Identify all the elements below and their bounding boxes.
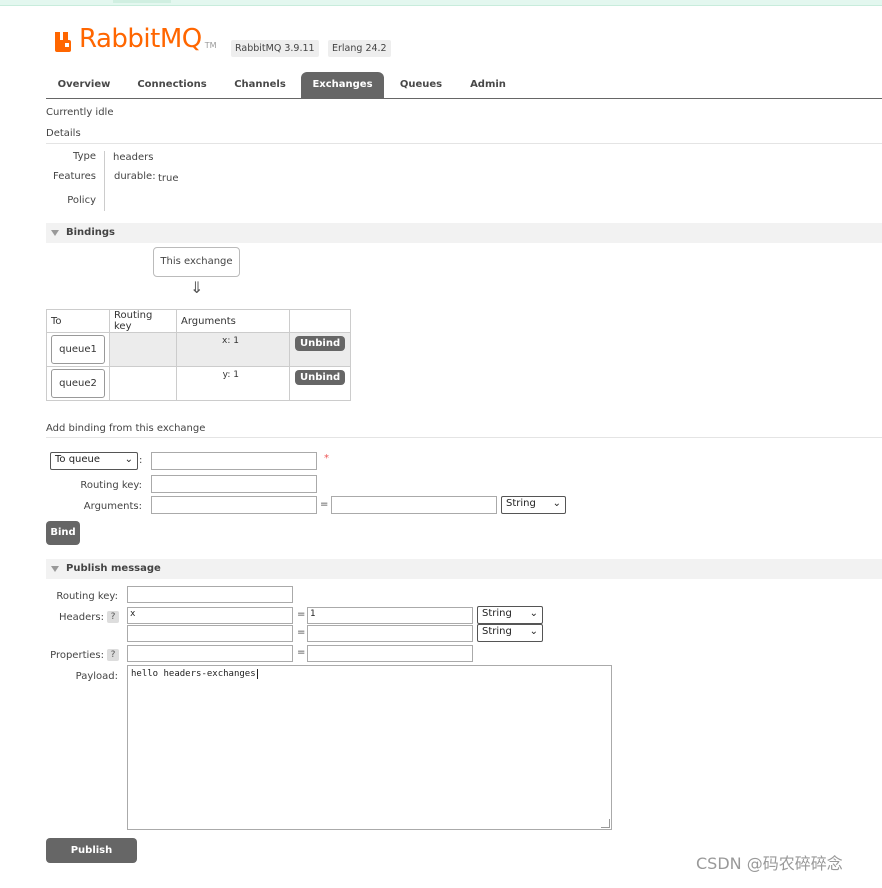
features-key: durable: (114, 171, 156, 182)
argument-type-select[interactable]: String ⌄ (501, 496, 566, 514)
destination-name-input[interactable] (151, 452, 317, 470)
main-nav: Overview Connections Channels Exchanges … (46, 72, 882, 99)
bind-button[interactable]: Bind (46, 521, 80, 545)
down-arrow-icon: ⇓ (190, 278, 204, 297)
arguments-label: Arguments: (83, 501, 142, 512)
properties-label: Properties: (50, 650, 104, 661)
publish-message-button[interactable]: Publish message (46, 838, 137, 881)
header-key-input[interactable]: x (127, 607, 293, 624)
publish-routing-key-input[interactable] (127, 586, 293, 603)
table-row: queue2 y: 1 Unbind (46, 366, 352, 401)
routing-key-cell (109, 332, 177, 367)
this-exchange-box: This exchange (153, 247, 240, 277)
text-cursor (256, 669, 258, 679)
unbind-button[interactable]: Unbind (295, 336, 346, 351)
status-text: Currently idle (46, 107, 114, 118)
help-icon[interactable]: ? (107, 611, 119, 623)
payload-textarea[interactable]: hello headers-exchanges (127, 665, 612, 830)
bindings-section-header[interactable]: Bindings (46, 223, 882, 243)
rabbit-logo-icon (55, 32, 71, 52)
type-label: Type (73, 151, 96, 162)
tab-queues[interactable]: Queues (392, 72, 450, 98)
queue-link[interactable]: queue2 (51, 369, 105, 398)
column-actions (288, 309, 352, 333)
chevron-down-icon: ⌄ (529, 608, 538, 619)
routing-key-cell (109, 366, 177, 401)
collapse-triangle-icon (51, 566, 59, 572)
header-type-select[interactable]: String ⌄ (477, 624, 543, 642)
bindings-title: Bindings (66, 227, 115, 238)
payload-label: Payload: (75, 671, 118, 682)
chevron-down-icon: ⌄ (529, 626, 538, 637)
routing-key-label: Routing key: (80, 480, 142, 491)
chevron-down-icon: ⌄ (552, 498, 561, 509)
argument-key-input[interactable] (151, 496, 317, 514)
headers-label: Headers: (59, 612, 104, 623)
collapse-triangle-icon (51, 230, 59, 236)
details-divider (104, 151, 105, 211)
help-icon[interactable]: ? (107, 649, 119, 661)
argument-key: y: (222, 370, 231, 380)
tab-overview[interactable]: Overview (46, 72, 122, 98)
argument-type-value: String (506, 498, 536, 509)
argument-value: 1 (233, 370, 239, 380)
resize-handle-icon[interactable] (601, 819, 610, 828)
column-arguments: Arguments (176, 309, 290, 333)
divider (46, 437, 882, 438)
property-key-input[interactable] (127, 645, 293, 662)
tab-channels[interactable]: Channels (224, 72, 296, 98)
rabbitmq-version-badge: RabbitMQ 3.9.11 (231, 40, 319, 57)
payload-text: hello headers-exchanges (131, 669, 256, 679)
browser-top-strip (0, 0, 882, 6)
equals-sign: = (297, 627, 306, 638)
argument-value: 1 (233, 336, 239, 346)
details-heading: Details (46, 128, 81, 139)
argument-value-input[interactable] (331, 496, 497, 514)
logo-trademark: TM (204, 41, 217, 50)
colon-label: : (139, 455, 143, 466)
destination-type-select[interactable]: To queue ⌄ (50, 452, 138, 470)
header-value-input[interactable] (307, 625, 473, 642)
divider (46, 143, 882, 144)
destination-type-value: To queue (55, 454, 101, 465)
unbind-button[interactable]: Unbind (295, 370, 346, 385)
header-type-select[interactable]: String ⌄ (477, 606, 543, 624)
tab-exchanges[interactable]: Exchanges (301, 72, 384, 98)
header-type-value: String (482, 608, 512, 619)
property-value-input[interactable] (307, 645, 473, 662)
publish-section-header[interactable]: Publish message (46, 559, 882, 579)
argument-cell: y: 1 (177, 367, 289, 380)
watermark: CSDN @码农碎碎念 (696, 854, 843, 873)
queue-link[interactable]: queue1 (51, 335, 105, 364)
equals-sign: = (297, 647, 306, 658)
equals-sign: = (320, 499, 329, 510)
equals-sign: = (297, 609, 306, 620)
header-type-value: String (482, 626, 512, 637)
type-value: headers (113, 152, 154, 163)
policy-label: Policy (67, 195, 96, 206)
logo-text: RabbitMQ (79, 24, 202, 54)
rabbitmq-logo[interactable]: RabbitMQ TM (54, 26, 217, 52)
features-value: true (158, 173, 179, 184)
header-key-input[interactable] (127, 625, 293, 642)
tab-connections[interactable]: Connections (130, 72, 214, 98)
table-header-row: To Routing key Arguments (46, 309, 352, 333)
column-routing-key: Routing key (109, 309, 177, 333)
header-value-input[interactable]: 1 (307, 607, 473, 624)
tab-admin[interactable]: Admin (460, 72, 516, 98)
publish-routing-key-label: Routing key: (56, 591, 118, 602)
chevron-down-icon: ⌄ (124, 454, 133, 465)
bindings-table: To Routing key Arguments queue1 x: 1 Unb… (46, 309, 352, 401)
features-label: Features (53, 171, 96, 182)
routing-key-input[interactable] (151, 475, 317, 493)
column-to: To (46, 309, 110, 333)
add-binding-heading: Add binding from this exchange (46, 423, 206, 434)
erlang-version-badge: Erlang 24.2 (328, 40, 391, 57)
publish-title: Publish message (66, 563, 161, 574)
table-row: queue1 x: 1 Unbind (46, 332, 352, 367)
argument-cell: x: 1 (177, 333, 289, 346)
argument-key: x: (222, 336, 231, 346)
required-marker: * (324, 453, 329, 464)
